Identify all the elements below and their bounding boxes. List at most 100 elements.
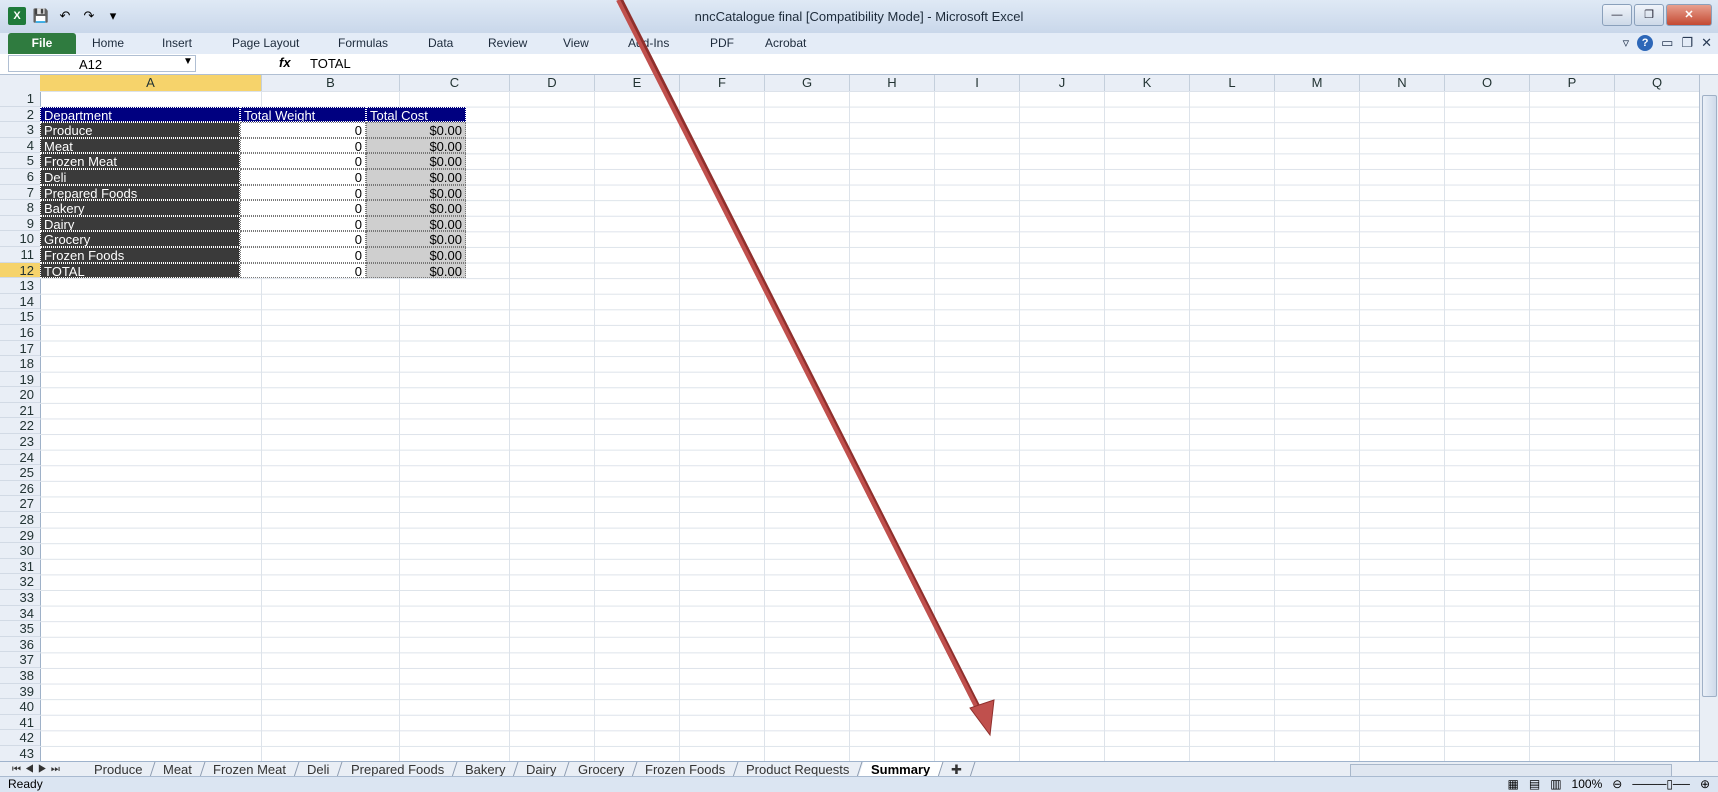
- table-cell[interactable]: Frozen Meat: [40, 153, 240, 169]
- column-header-l[interactable]: L: [1190, 75, 1275, 91]
- table-cell[interactable]: Frozen Foods: [40, 246, 240, 263]
- column-header-h[interactable]: H: [850, 75, 935, 91]
- ribbon-tab-page-layout[interactable]: Page Layout: [232, 36, 299, 50]
- zoom-in-icon[interactable]: ⊕: [1700, 777, 1710, 792]
- sheet-tab-deli[interactable]: Deli: [294, 762, 344, 777]
- sheet-tab-grocery[interactable]: Grocery: [565, 762, 638, 777]
- ribbon-tab-formulas[interactable]: Formulas: [338, 36, 388, 50]
- minimize-workbook-icon[interactable]: ▭: [1661, 35, 1673, 51]
- table-cell[interactable]: 0: [240, 137, 366, 154]
- table-cell[interactable]: 0: [240, 184, 366, 201]
- row-header[interactable]: 24: [0, 450, 40, 466]
- row-header[interactable]: 1: [0, 91, 40, 107]
- scroll-thumb[interactable]: [1702, 95, 1717, 697]
- row-header[interactable]: 26: [0, 481, 40, 497]
- ribbon-tab-home[interactable]: Home: [92, 36, 124, 50]
- zoom-slider[interactable]: ────▯──: [1632, 777, 1690, 792]
- table-cell[interactable]: $0.00: [366, 122, 466, 138]
- table-cell[interactable]: Meat: [40, 137, 240, 154]
- row-header[interactable]: 35: [0, 621, 40, 637]
- table-cell[interactable]: Dairy: [40, 215, 240, 232]
- row-header[interactable]: 28: [0, 512, 40, 528]
- sheet-tab-summary[interactable]: Summary: [858, 762, 944, 777]
- row-header[interactable]: 36: [0, 637, 40, 653]
- chevron-down-icon[interactable]: ▼: [183, 56, 193, 67]
- row-header[interactable]: 14: [0, 294, 40, 310]
- column-header-q[interactable]: Q: [1615, 75, 1700, 91]
- row-header[interactable]: 31: [0, 559, 40, 575]
- row-header[interactable]: 15: [0, 309, 40, 325]
- table-cell[interactable]: $0.00: [366, 168, 466, 185]
- sheet-tab-prepared-foods[interactable]: Prepared Foods: [338, 762, 458, 777]
- table-cell[interactable]: $0.00: [366, 215, 466, 232]
- table-cell[interactable]: $0.00: [366, 153, 466, 169]
- sheet-tab-dairy[interactable]: Dairy: [513, 762, 571, 777]
- column-header-d[interactable]: D: [510, 75, 595, 91]
- table-cell[interactable]: $0.00: [366, 231, 466, 247]
- restore-workbook-icon[interactable]: ❐: [1681, 35, 1693, 51]
- sheet-tab-produce[interactable]: Produce: [81, 762, 156, 777]
- row-header[interactable]: 34: [0, 606, 40, 622]
- row-header[interactable]: 19: [0, 372, 40, 388]
- formula-input[interactable]: TOTAL: [310, 56, 351, 71]
- row-header[interactable]: 43: [0, 746, 40, 761]
- header-cell[interactable]: Department: [40, 106, 240, 123]
- close-icon[interactable]: ✕: [1666, 4, 1712, 26]
- table-cell[interactable]: Bakery: [40, 200, 240, 216]
- table-cell[interactable]: 0: [240, 231, 366, 247]
- column-header-f[interactable]: F: [680, 75, 765, 91]
- row-header[interactable]: 4: [0, 138, 40, 154]
- table-cell[interactable]: 0: [240, 168, 366, 185]
- help-icon[interactable]: ?: [1637, 35, 1654, 51]
- table-cell[interactable]: 0: [240, 262, 366, 279]
- table-cell[interactable]: $0.00: [366, 200, 466, 216]
- table-cell[interactable]: Produce: [40, 122, 240, 138]
- table-cell[interactable]: 0: [240, 246, 366, 263]
- sheet-tab-frozen-meat[interactable]: Frozen Meat: [200, 762, 300, 777]
- row-header[interactable]: 11: [0, 247, 40, 263]
- row-header[interactable]: 32: [0, 574, 40, 590]
- vertical-scrollbar[interactable]: [1699, 75, 1718, 761]
- close-workbook-icon[interactable]: ✕: [1701, 35, 1712, 51]
- row-header[interactable]: 29: [0, 528, 40, 544]
- zoom-level[interactable]: 100%: [1572, 777, 1603, 792]
- table-cell[interactable]: $0.00: [366, 262, 466, 279]
- row-header[interactable]: 38: [0, 668, 40, 684]
- row-header[interactable]: 21: [0, 403, 40, 419]
- column-header-n[interactable]: N: [1360, 75, 1445, 91]
- file-tab[interactable]: File: [8, 33, 76, 54]
- page-layout-view-icon[interactable]: ▤: [1529, 777, 1540, 792]
- table-cell[interactable]: 0: [240, 153, 366, 169]
- row-header[interactable]: 2: [0, 107, 40, 123]
- row-header[interactable]: 18: [0, 356, 40, 372]
- sheet-tab-frozen-foods[interactable]: Frozen Foods: [632, 762, 739, 777]
- row-header[interactable]: 23: [0, 434, 40, 450]
- sheet-tab-bakery[interactable]: Bakery: [452, 762, 519, 777]
- column-header-i[interactable]: I: [935, 75, 1020, 91]
- table-cell[interactable]: Grocery: [40, 231, 240, 247]
- row-header[interactable]: 25: [0, 465, 40, 481]
- row-header[interactable]: 8: [0, 200, 40, 216]
- table-cell[interactable]: Deli: [40, 168, 240, 185]
- row-header[interactable]: 6: [0, 169, 40, 185]
- ribbon-tab-review[interactable]: Review: [488, 36, 527, 50]
- ribbon-tab-add-ins[interactable]: Add-Ins: [628, 36, 669, 50]
- header-cell[interactable]: Total Weight: [240, 106, 366, 123]
- normal-view-icon[interactable]: ▦: [1508, 777, 1519, 792]
- row-header[interactable]: 13: [0, 278, 40, 294]
- row-header[interactable]: 9: [0, 216, 40, 232]
- row-header[interactable]: 17: [0, 341, 40, 357]
- page-break-view-icon[interactable]: ▥: [1550, 777, 1561, 792]
- header-cell[interactable]: Total Cost: [366, 106, 466, 123]
- row-header[interactable]: 41: [0, 715, 40, 731]
- row-header[interactable]: 22: [0, 418, 40, 435]
- table-cell[interactable]: $0.00: [366, 137, 466, 154]
- insert-sheet-icon[interactable]: ✚: [938, 762, 976, 777]
- table-cell[interactable]: $0.00: [366, 246, 466, 263]
- ribbon-tab-pdf[interactable]: PDF: [710, 36, 734, 50]
- collapse-ribbon-icon[interactable]: ▿: [1623, 35, 1630, 51]
- column-header-o[interactable]: O: [1445, 75, 1530, 91]
- table-cell[interactable]: TOTAL: [40, 262, 240, 279]
- worksheet-grid[interactable]: ABCDEFGHIJKLMNOPQ 1 2 3 4 5 6 7 8 9 10 11 12 13 14 15 1…: [0, 75, 1700, 761]
- column-header-g[interactable]: G: [765, 75, 850, 91]
